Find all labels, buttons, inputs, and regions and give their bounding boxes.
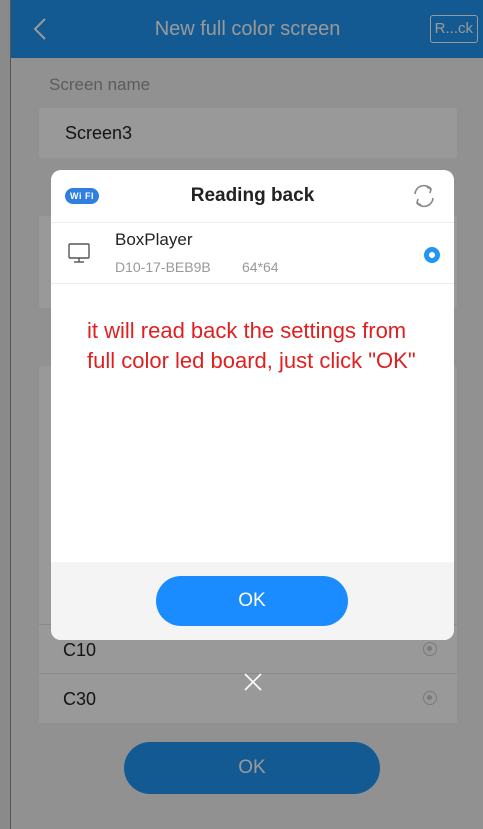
instruction-annotation: it will read back the settings from full… xyxy=(87,318,416,373)
device-radio-selected[interactable] xyxy=(424,247,440,263)
close-icon xyxy=(244,673,262,691)
app-frame: New full color screen R...ck Screen name… xyxy=(10,0,483,829)
refresh-icon xyxy=(414,184,434,208)
device-size: 64*64 xyxy=(242,259,279,275)
dialog-title: Reading back xyxy=(190,185,315,206)
dialog-header: Wi FI Reading back xyxy=(51,170,454,222)
dialog-ok-button[interactable]: OK xyxy=(156,576,348,626)
device-list-item[interactable]: BoxPlayer D10-17-BEB9B 64*64 xyxy=(51,222,454,284)
device-name: BoxPlayer xyxy=(115,230,193,249)
device-id: D10-17-BEB9B xyxy=(115,259,211,275)
close-dialog-button[interactable] xyxy=(241,670,265,694)
dialog-footer: OK xyxy=(51,562,454,640)
monitor-icon xyxy=(68,243,90,263)
refresh-button[interactable] xyxy=(410,182,438,210)
reading-back-dialog: Wi FI Reading back BoxPlayer D10-17-BEB9… xyxy=(51,170,454,640)
